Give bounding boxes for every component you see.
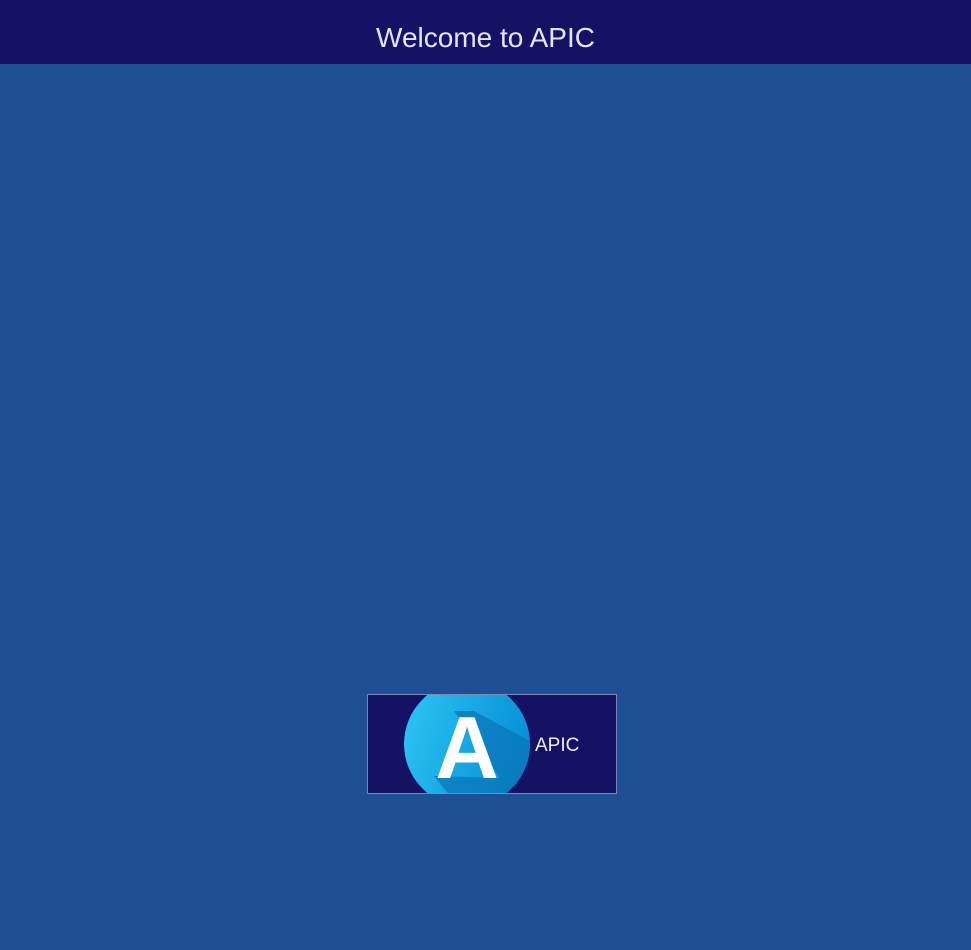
page-title: Welcome to APIC (376, 21, 595, 53)
apic-app-tile[interactable]: A APIC (367, 694, 617, 794)
apic-logo-icon: A (404, 695, 530, 794)
logo-letter: A (435, 698, 499, 794)
app-header: Welcome to APIC (0, 0, 971, 64)
app-tile-label: APIC (535, 735, 580, 756)
main-area (0, 64, 971, 950)
